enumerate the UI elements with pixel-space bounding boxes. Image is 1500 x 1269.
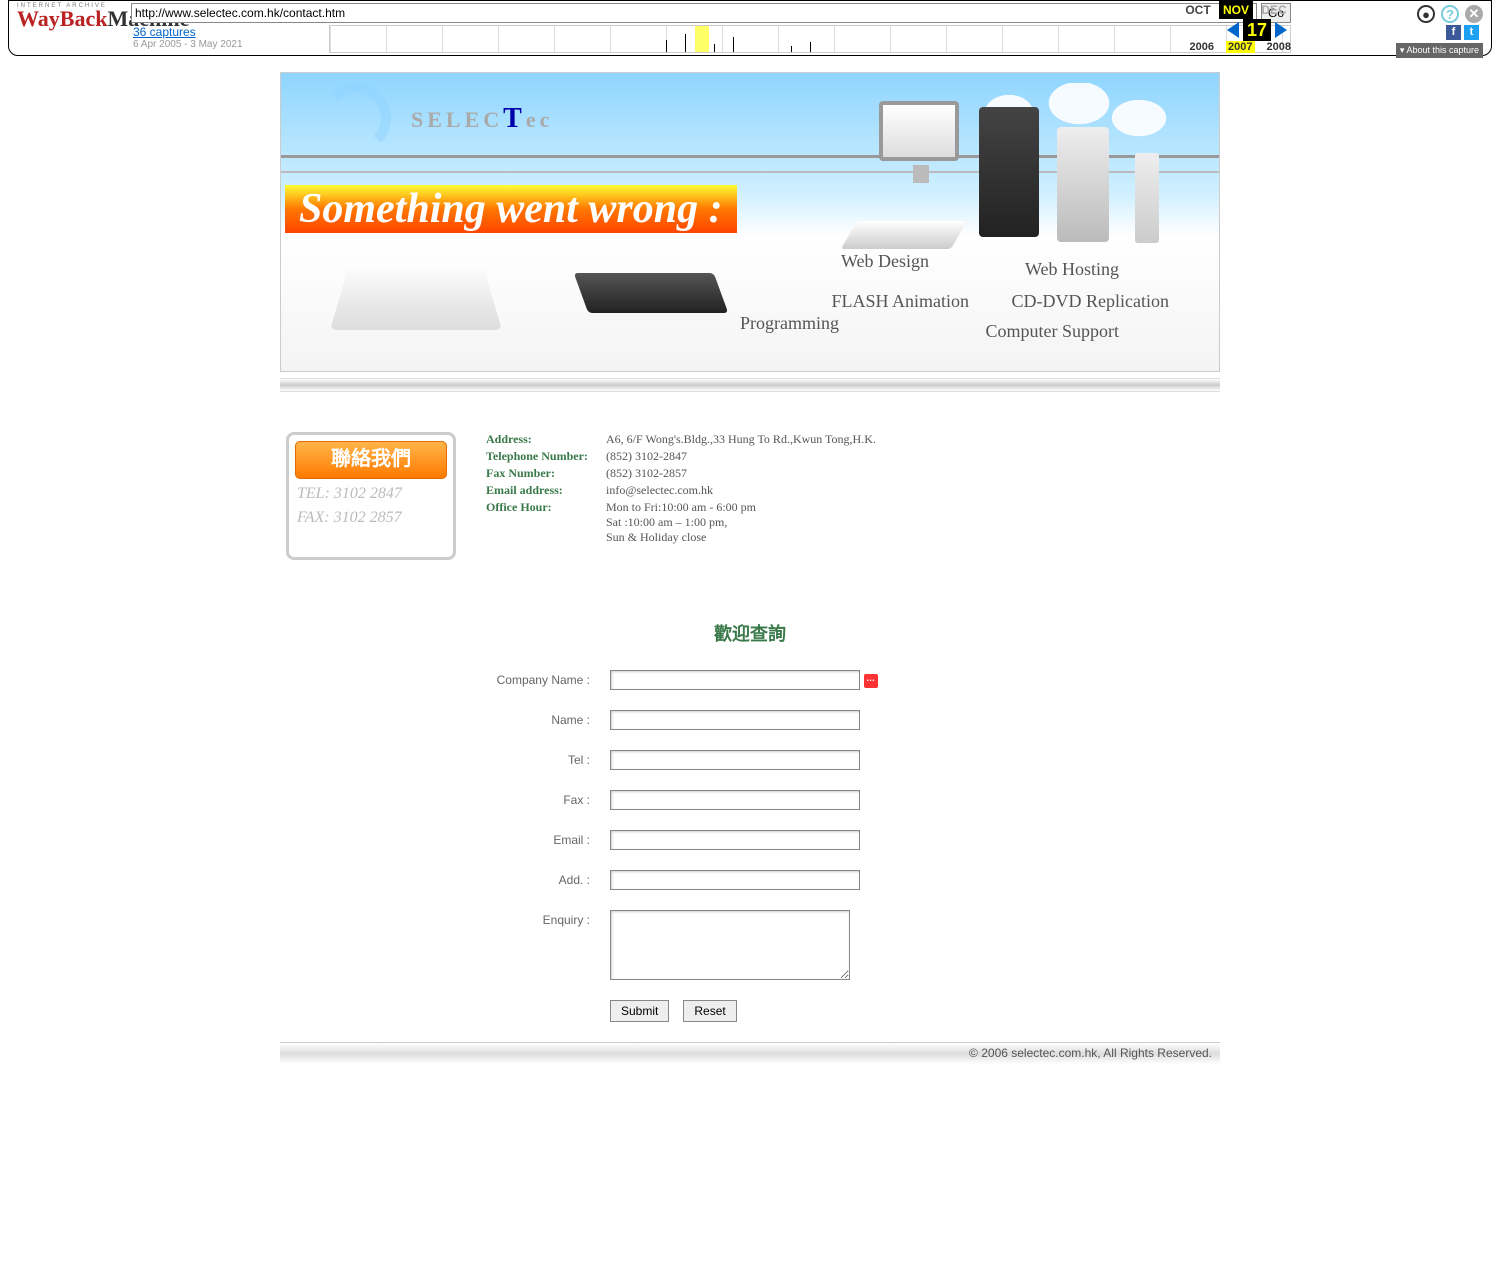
- captures-link[interactable]: 36 captures: [133, 25, 196, 39]
- wayback-years: 2006 2007 2008: [1190, 41, 1291, 53]
- wayback-url-input[interactable]: [131, 3, 1257, 23]
- company-input[interactable]: [610, 670, 860, 690]
- value-fax: (852) 3102-2857: [606, 466, 1220, 481]
- about-capture-button[interactable]: About this capture: [1396, 43, 1483, 58]
- next-snapshot-arrow-icon[interactable]: [1275, 22, 1287, 38]
- captures-range: 6 Apr 2005 - 3 May 2021: [133, 39, 243, 50]
- year-current: 2007: [1226, 41, 1254, 53]
- page-content: SELECTec Something went wrong : Web Desi…: [280, 72, 1220, 1022]
- prev-snapshot-arrow-icon[interactable]: [1227, 22, 1239, 38]
- label-hours: Office Hour:: [486, 500, 606, 545]
- label-form-fax: Fax :: [450, 790, 610, 810]
- footer-copyright: © 2006 selectec.com.hk, All Rights Reser…: [280, 1042, 1220, 1064]
- enquiry-form: 歡迎查詢 Company Name : Name : Tel : Fax : E…: [450, 620, 1050, 1022]
- sidecard-tel: TEL: 3102 2847: [297, 485, 445, 503]
- selectec-logo-icon: [321, 83, 391, 153]
- service-support: Computer Support: [986, 321, 1120, 342]
- hours-line-1: Mon to Fri:10:00 am - 6:00 pm: [606, 500, 1220, 515]
- hero-keyboard-graphic: [841, 221, 967, 249]
- service-web-design: Web Design: [841, 251, 929, 272]
- wayback-sparkline[interactable]: [329, 25, 1291, 53]
- error-banner: Something went wrong :: [285, 185, 737, 233]
- label-name: Name :: [450, 710, 610, 730]
- hours-line-3: Sun & Holiday close: [606, 530, 1220, 545]
- wayback-months: OCT NOV DEC: [1181, 1, 1291, 19]
- label-enquiry: Enquiry :: [450, 910, 610, 930]
- service-flash: FLASH Animation: [831, 291, 969, 312]
- fax-input[interactable]: [610, 790, 860, 810]
- service-cd-dvd: CD-DVD Replication: [1012, 291, 1169, 312]
- label-company: Company Name :: [450, 670, 610, 690]
- contact-us-card: 聯絡我們 TEL: 3102 2847 FAX: 3102 2857: [286, 432, 456, 560]
- form-title: 歡迎查詢: [450, 620, 1050, 646]
- name-input[interactable]: [610, 710, 860, 730]
- email-input[interactable]: [610, 830, 860, 850]
- hours-line-2: Sat :10:00 am – 1:00 pm,: [606, 515, 1220, 530]
- wayback-toolbar: INTERNET ARCHIVE WayBackMachine Go 36 ca…: [8, 0, 1492, 56]
- year-prev[interactable]: 2006: [1190, 41, 1214, 53]
- value-email: info@selectec.com.hk: [606, 483, 1220, 498]
- hero-laptop-graphic: [330, 264, 502, 329]
- hero-slim-pc-graphic: [1135, 153, 1159, 243]
- month-next: DEC: [1257, 1, 1291, 19]
- hero-banner: SELECTec Something went wrong : Web Desi…: [280, 72, 1220, 372]
- wayback-captures: 36 captures 6 Apr 2005 - 3 May 2021: [133, 25, 243, 50]
- hero-monitor-graphic: [879, 101, 959, 161]
- sidecard-fax: FAX: 3102 2857: [297, 509, 445, 527]
- label-form-email: Email :: [450, 830, 610, 850]
- label-tel: Tel :: [450, 750, 610, 770]
- tel-input[interactable]: [610, 750, 860, 770]
- snapshot-day: 17: [1243, 19, 1271, 41]
- value-address: A6, 6/F Wong's.Bldg.,33 Hung To Rd.,Kwun…: [606, 432, 1220, 447]
- service-web-hosting: Web Hosting: [1025, 259, 1119, 280]
- help-icon[interactable]: ?: [1441, 5, 1459, 23]
- twitter-share-icon[interactable]: t: [1464, 25, 1479, 40]
- hero-tower-light-graphic: [1057, 127, 1109, 242]
- month-current: NOV: [1219, 1, 1253, 19]
- banner-divider: [280, 378, 1220, 392]
- required-icon: [864, 674, 878, 688]
- address-input[interactable]: [610, 870, 860, 890]
- year-next[interactable]: 2008: [1267, 41, 1291, 53]
- contact-info: Address:A6, 6/F Wong's.Bldg.,33 Hung To …: [486, 432, 1220, 560]
- wayback-machine-wordmark: WayBackMachine: [17, 9, 125, 29]
- user-icon[interactable]: ●: [1417, 5, 1435, 23]
- enquiry-textarea[interactable]: [610, 910, 850, 980]
- close-icon[interactable]: ✕: [1465, 5, 1483, 23]
- brand-wordmark: SELECTec: [411, 103, 553, 135]
- hero-tower-dark-graphic: [979, 107, 1039, 237]
- wayback-logo[interactable]: INTERNET ARCHIVE WayBackMachine: [17, 3, 125, 29]
- facebook-share-icon[interactable]: f: [1446, 25, 1461, 40]
- contact-us-button[interactable]: 聯絡我們: [295, 441, 447, 479]
- label-phone: Telephone Number:: [486, 449, 606, 464]
- month-prev[interactable]: OCT: [1181, 1, 1215, 19]
- value-phone: (852) 3102-2847: [606, 449, 1220, 464]
- reset-button[interactable]: Reset: [683, 1000, 736, 1022]
- service-programming: Programming: [740, 313, 839, 334]
- submit-button[interactable]: Submit: [610, 1000, 669, 1022]
- value-hours: Mon to Fri:10:00 am - 6:00 pm Sat :10:00…: [606, 500, 1220, 545]
- hero-black-keyboard-graphic: [574, 273, 729, 313]
- label-address: Address:: [486, 432, 606, 447]
- label-email: Email address:: [486, 483, 606, 498]
- label-add: Add. :: [450, 870, 610, 890]
- label-fax: Fax Number:: [486, 466, 606, 481]
